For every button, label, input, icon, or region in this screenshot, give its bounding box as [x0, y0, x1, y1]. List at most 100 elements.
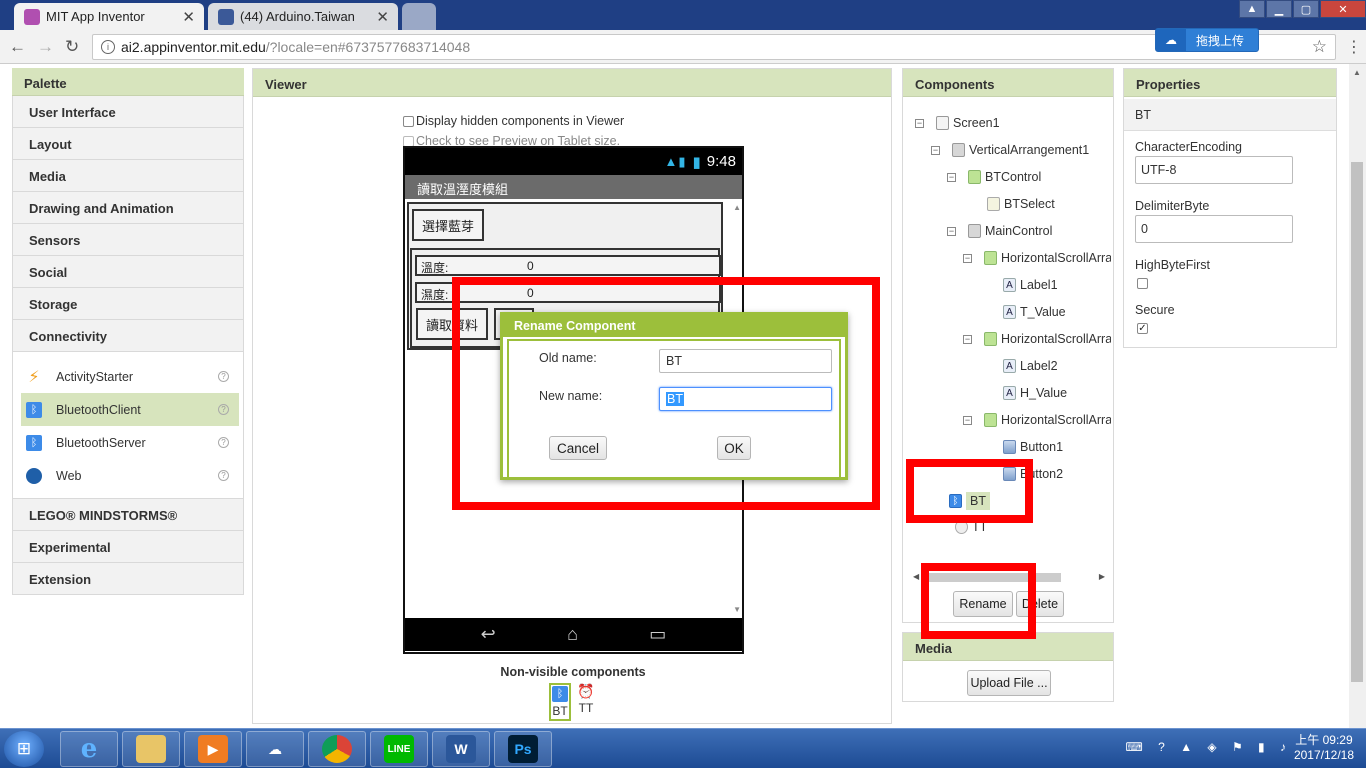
tree-node-label1[interactable]: A Label1 [1003, 275, 1058, 295]
palette-category-sensors[interactable]: Sensors [12, 224, 244, 256]
select-bluetooth-button[interactable]: 選擇藍芽 [412, 209, 484, 241]
window-close-icon[interactable]: ✕ [1320, 0, 1366, 18]
ok-button[interactable]: OK [717, 436, 751, 460]
tree-node-bt[interactable]: ᛒ BT [949, 491, 990, 511]
collapse-icon[interactable]: − [931, 145, 940, 155]
taskbar-ie-icon[interactable]: e [60, 731, 118, 767]
palette-category-experimental[interactable]: Experimental [12, 531, 244, 563]
site-info-icon[interactable]: i [101, 40, 115, 54]
collapse-icon[interactable]: − [963, 415, 972, 425]
palette-category-drawing[interactable]: Drawing and Animation [12, 192, 244, 224]
character-encoding-input[interactable]: UTF-8 [1135, 156, 1293, 184]
tree-node-t-value[interactable]: A T_Value [1003, 302, 1066, 322]
tree-node-tt[interactable]: TT [955, 517, 987, 537]
forward-arrow-icon[interactable]: → [37, 37, 54, 57]
palette-item-bluetoothserver[interactable]: ᛒ BluetoothServer ? [21, 426, 239, 459]
system-tray-icons[interactable]: ⌨ ? ▲ ◈ ⚑ ▮ ♪ [1126, 740, 1292, 754]
palette-category-lego[interactable]: LEGO® MINDSTORMS® [12, 499, 244, 531]
tree-node-horizontalscroll2[interactable]: − HorizontalScrollArra [963, 329, 1111, 349]
taskbar-word-icon[interactable]: W [432, 731, 490, 767]
palette-category-layout[interactable]: Layout [12, 128, 244, 160]
rename-button[interactable]: Rename [953, 591, 1013, 617]
palette-category-connectivity[interactable]: Connectivity [12, 320, 244, 352]
back-arrow-icon[interactable]: ← [9, 37, 26, 57]
delimiter-byte-input[interactable]: 0 [1135, 215, 1293, 243]
scrollbar-thumb[interactable] [925, 573, 1061, 582]
page-vertical-scrollbar[interactable]: ▲ [1349, 64, 1366, 728]
scrollbar-thumb[interactable] [1351, 162, 1363, 682]
new-tab-button[interactable] [402, 3, 436, 30]
palette-item-web[interactable]: Web ? [21, 459, 239, 492]
old-name-input[interactable]: BT [659, 349, 832, 373]
new-name-input[interactable]: BT [659, 387, 832, 411]
tab-mit-app-inventor[interactable]: MIT App Inventor ✕ [14, 3, 204, 30]
user-icon[interactable]: ▲ [1239, 0, 1265, 18]
tab-arduino-taiwan[interactable]: (44) Arduino.Taiwan ✕ [208, 3, 398, 30]
tree-node-button1[interactable]: Button1 [1003, 437, 1063, 457]
taskbar-photoshop-icon[interactable]: Ps [494, 731, 552, 767]
scroll-right-icon[interactable]: ▶ [1099, 572, 1105, 581]
upload-extension-button[interactable]: ☁ 拖拽上传 [1155, 28, 1259, 52]
nonvisible-bt[interactable]: ᛒ BT [549, 683, 571, 721]
tree-node-verticalarrangement1[interactable]: − VerticalArrangement1 [931, 140, 1089, 160]
upload-file-button[interactable]: Upload File ... [967, 670, 1051, 696]
display-hidden-checkbox-row[interactable]: Display hidden components in Viewer [403, 114, 624, 128]
palette-item-bluetoothclient[interactable]: ᛒ BluetoothClient ? [21, 393, 239, 426]
tab-close-icon[interactable]: ✕ [376, 8, 389, 26]
delete-button[interactable]: Delete [1016, 591, 1064, 617]
tree-node-label2[interactable]: A Label2 [1003, 356, 1058, 376]
collapse-icon[interactable]: − [947, 226, 956, 236]
taskbar-chrome-icon[interactable] [308, 731, 366, 767]
scroll-up-icon[interactable]: ▲ [733, 203, 741, 212]
palette-category-extension[interactable]: Extension [12, 563, 244, 595]
taskbar-explorer-icon[interactable] [122, 731, 180, 767]
taskbar-clock[interactable]: 上午 09:29 2017/12/18 [1294, 733, 1354, 763]
help-icon[interactable]: ? [218, 371, 229, 382]
high-byte-first-checkbox[interactable] [1137, 278, 1148, 289]
tree-node-btcontrol[interactable]: − BTControl [947, 167, 1041, 187]
taskbar-cloud-icon[interactable]: ☁ [246, 731, 304, 767]
help-icon[interactable]: ? [218, 437, 229, 448]
secure-checkbox[interactable]: ✓ [1137, 323, 1148, 334]
tree-horizontal-scrollbar[interactable]: ◀ ▶ [913, 571, 1105, 583]
nonvisible-tt[interactable]: ⏰ TT [575, 683, 597, 721]
cancel-button[interactable]: Cancel [549, 436, 607, 460]
help-icon[interactable]: ? [218, 470, 229, 481]
minimize-icon[interactable]: ▁ [1266, 0, 1292, 18]
palette-category-media[interactable]: Media [12, 160, 244, 192]
tab-title: (44) Arduino.Taiwan [240, 9, 355, 24]
windows-start-icon[interactable]: ⊞ [4, 731, 44, 767]
scroll-left-icon[interactable]: ◀ [913, 572, 919, 581]
tree-node-horizontalscroll1[interactable]: − HorizontalScrollArra [963, 248, 1111, 268]
tab-close-icon[interactable]: ✕ [182, 8, 195, 26]
collapse-icon[interactable]: − [963, 253, 972, 263]
scroll-up-icon[interactable]: ▲ [1353, 68, 1361, 77]
tree-node-btselect[interactable]: BTSelect [987, 194, 1055, 214]
tree-node-h-value[interactable]: A H_Value [1003, 383, 1067, 403]
help-icon[interactable]: ? [218, 404, 229, 415]
read-data-button[interactable]: 讀取資料 [416, 308, 488, 340]
collapse-icon[interactable]: − [947, 172, 956, 182]
tree-node-button2[interactable]: Button2 [1003, 464, 1063, 484]
taskbar-media-player-icon[interactable]: ▶ [184, 731, 242, 767]
collapse-icon[interactable]: − [915, 118, 924, 128]
palette-category-storage[interactable]: Storage [12, 288, 244, 320]
scroll-down-icon[interactable]: ▼ [733, 605, 741, 614]
collapse-icon[interactable]: − [963, 334, 972, 344]
display-hidden-checkbox[interactable] [403, 115, 414, 127]
palette-item-activitystarter[interactable]: ⚡ ActivityStarter ? [21, 360, 239, 393]
taskbar-line-icon[interactable]: LINE [370, 731, 428, 767]
maximize-icon[interactable]: ▢ [1293, 0, 1319, 18]
browser-tab-bar: MIT App Inventor ✕ (44) Arduino.Taiwan ✕… [0, 0, 1366, 30]
tree-node-horizontalscroll3[interactable]: − HorizontalScrollArra [963, 410, 1111, 430]
tree-node-screen1[interactable]: − Screen1 [915, 113, 1000, 133]
bookmark-star-icon[interactable]: ☆ [1312, 37, 1327, 57]
palette-category-user-interface[interactable]: User Interface [12, 96, 244, 128]
url-host: ai2.appinventor.mit.edu [121, 39, 266, 55]
menu-icon[interactable]: ⋮ [1346, 37, 1362, 57]
phone-time: 9:48 [706, 153, 736, 170]
palette-category-social[interactable]: Social [12, 256, 244, 288]
url-input[interactable]: i ai2.appinventor.mit.edu/?locale=en#673… [92, 34, 1336, 60]
tree-node-maincontrol[interactable]: − MainControl [947, 221, 1052, 241]
reload-icon[interactable]: ↻ [65, 37, 79, 57]
